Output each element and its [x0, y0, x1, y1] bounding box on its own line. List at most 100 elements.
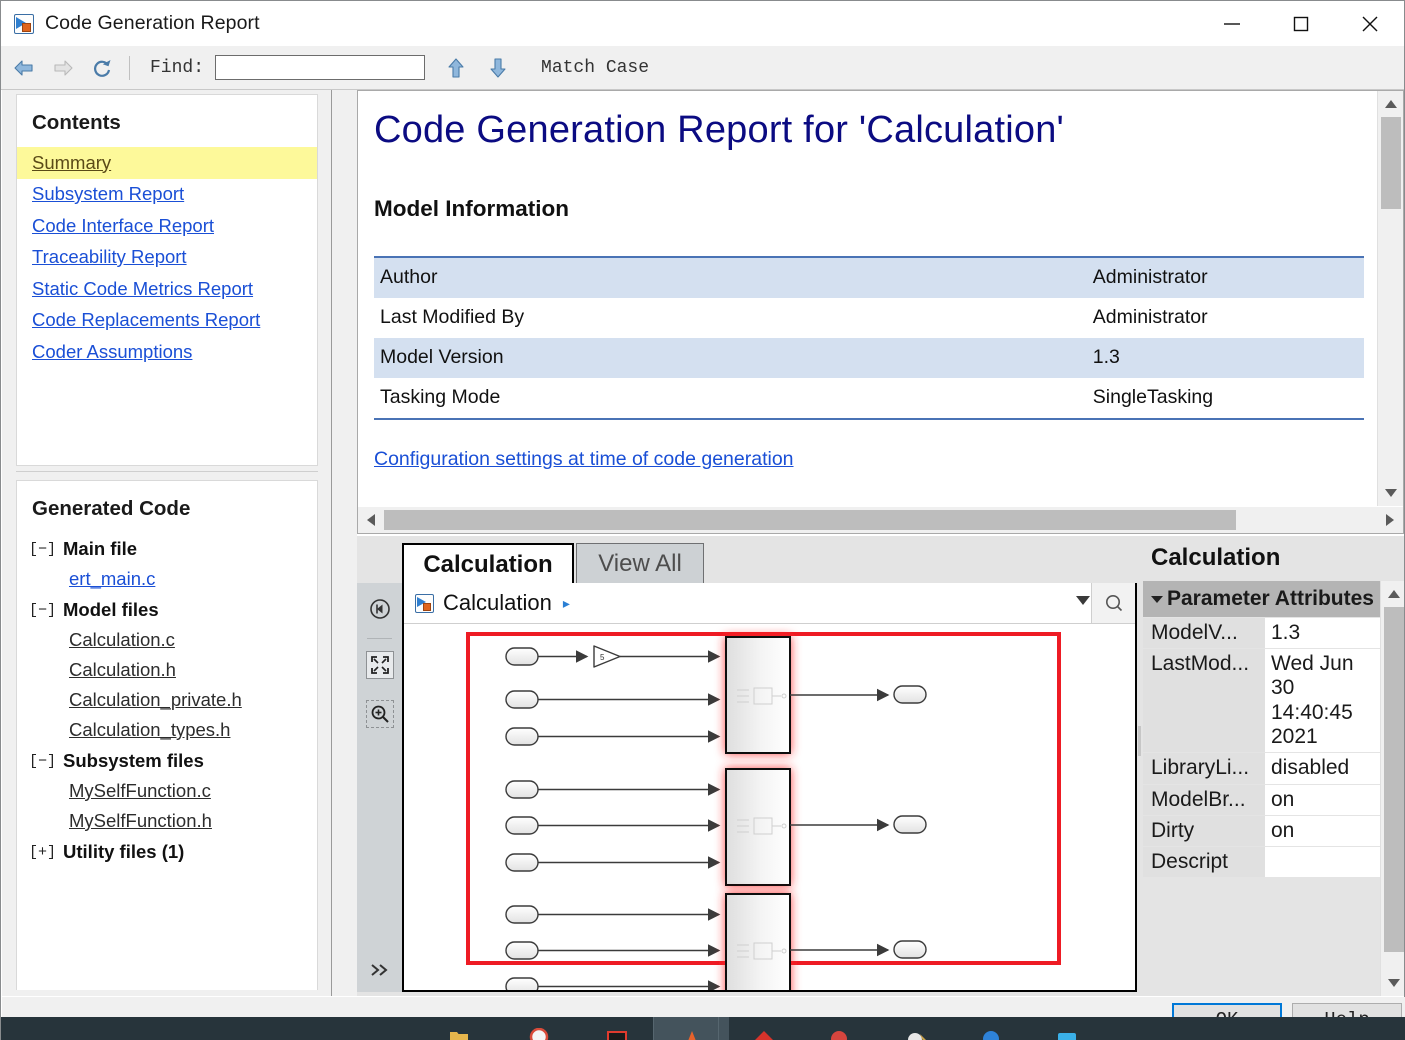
folder-icon	[446, 1028, 472, 1040]
file-calculation-c[interactable]: Calculation.c	[17, 625, 317, 655]
taskbar-item-editor[interactable]	[579, 1017, 654, 1040]
find-direction-buttons	[443, 55, 511, 81]
document-vertical-scrollbar[interactable]	[1377, 91, 1403, 506]
zoom-in-icon[interactable]	[366, 700, 394, 728]
scroll-down-icon[interactable]	[1378, 480, 1403, 506]
document-horizontal-scrollbar[interactable]	[358, 507, 1403, 533]
search-input[interactable]	[215, 55, 426, 80]
table-cell-value: Administrator	[1092, 266, 1208, 288]
taskbar-item-app-6[interactable]	[801, 1017, 876, 1040]
property-value[interactable]: on	[1265, 815, 1380, 848]
back-to-parent-icon[interactable]	[366, 595, 394, 623]
taskbar-item-app-5[interactable]	[726, 1017, 801, 1040]
table-row[interactable]: ModelBr... on	[1143, 784, 1380, 817]
tab-calculation[interactable]: Calculation	[402, 543, 574, 584]
scroll-right-icon[interactable]	[1377, 507, 1403, 533]
table-row[interactable]: LastMod... Wed Jun 30 14:40:45 2021	[1143, 648, 1380, 754]
code-generation-report-window: Code Generation Report Find: Match Case …	[0, 0, 1405, 1040]
configuration-settings-link[interactable]: Configuration settings at time of code g…	[374, 448, 794, 471]
simulink-block-diagram[interactable]: 5	[404, 624, 1135, 990]
sidebar-item-summary[interactable]: Summary	[17, 147, 317, 179]
refresh-icon[interactable]	[89, 55, 115, 81]
scroll-up-icon[interactable]	[1381, 581, 1404, 607]
collapse-toggle-icon[interactable]: [−]	[29, 541, 56, 558]
chat-icon	[1054, 1028, 1080, 1040]
maximize-icon[interactable]	[1266, 1, 1335, 46]
more-tools-icon[interactable]	[366, 956, 394, 984]
back-arrow-icon[interactable]	[11, 55, 37, 81]
match-case-label[interactable]: Match Case	[541, 58, 649, 78]
collapse-toggle-icon[interactable]: [−]	[29, 602, 56, 619]
scroll-down-icon[interactable]	[1381, 970, 1404, 996]
tree-group-main-file[interactable]: [−] Main file	[17, 533, 317, 564]
subsystem-group-1: 5	[505, 636, 927, 754]
report-document-pane: Code Generation Report for 'Calculation'…	[357, 90, 1404, 534]
file-myselffunction-c[interactable]: MySelfFunction.c	[17, 776, 317, 806]
taskbar-item-app-7[interactable]	[879, 1017, 954, 1040]
collapse-toggle-icon[interactable]: [−]	[29, 753, 56, 770]
expand-toggle-icon[interactable]: [+]	[29, 844, 56, 861]
globe-icon	[978, 1028, 1004, 1040]
panel-resize-grip[interactable]	[1138, 726, 1141, 756]
taskbar-item-explorer[interactable]	[421, 1017, 496, 1040]
file-ert-main-c[interactable]: ert_main.c	[17, 564, 317, 594]
generated-code-heading: Generated Code	[32, 497, 191, 520]
forward-arrow-icon[interactable]	[50, 55, 76, 81]
breadcrumb-separator-icon: ▸	[562, 594, 570, 611]
table-cell-key: Tasking Mode	[380, 386, 501, 408]
parameter-attributes-table: Parameter Attributes ModelV... 1.3 LastM…	[1143, 581, 1380, 879]
find-previous-icon[interactable]	[443, 55, 469, 81]
scrollbar-thumb[interactable]	[1381, 117, 1401, 209]
sidebar-item-code-interface-report[interactable]: Code Interface Report	[17, 210, 317, 242]
chevron-down-icon[interactable]	[1076, 596, 1090, 605]
tree-group-subsystem-files[interactable]: [−] Subsystem files	[17, 745, 317, 776]
fit-to-view-icon[interactable]	[366, 651, 394, 679]
minimize-icon[interactable]	[1197, 1, 1266, 46]
search-icon[interactable]	[1091, 583, 1135, 623]
scroll-up-icon[interactable]	[1378, 91, 1403, 117]
scrollbar-thumb[interactable]	[1384, 607, 1404, 952]
tree-group-utility-files[interactable]: [+] Utility files (1)	[17, 836, 317, 867]
table-row[interactable]: Descript	[1143, 846, 1380, 879]
properties-section-header[interactable]: Parameter Attributes	[1143, 581, 1380, 618]
sidebar-item-subsystem-report[interactable]: Subsystem Report	[17, 179, 317, 211]
file-calculation-private-h[interactable]: Calculation_private.h	[17, 685, 317, 715]
properties-scrollbar[interactable]	[1380, 581, 1404, 996]
close-icon[interactable]	[1335, 1, 1404, 46]
sidebar-item-coder-assumptions[interactable]: Coder Assumptions	[17, 336, 317, 368]
taskbar-item-app-8[interactable]	[953, 1017, 1028, 1040]
table-row: Tasking Mode SingleTasking	[374, 378, 1364, 419]
property-value[interactable]: 1.3	[1265, 617, 1380, 649]
breadcrumb-label[interactable]: Calculation	[443, 590, 552, 616]
sidebar-divider	[16, 471, 318, 472]
tree-group-model-files[interactable]: [−] Model files	[17, 594, 317, 625]
table-row[interactable]: ModelV... 1.3	[1143, 617, 1380, 649]
table-row[interactable]: Dirty on	[1143, 815, 1380, 848]
matlab-icon	[679, 1028, 705, 1040]
table-row: Model Version 1.3	[374, 338, 1364, 378]
property-value[interactable]	[1265, 846, 1380, 879]
find-next-icon[interactable]	[485, 55, 511, 81]
property-key: Descript	[1143, 846, 1265, 879]
table-row: Author Administrator	[374, 257, 1364, 298]
scrollbar-thumb[interactable]	[384, 510, 1236, 530]
sidebar-item-code-replacements-report[interactable]: Code Replacements Report	[17, 305, 317, 337]
property-value[interactable]: Wed Jun 30 14:40:45 2021	[1265, 648, 1380, 754]
file-myselffunction-h[interactable]: MySelfFunction.h	[17, 806, 317, 836]
browser-icon	[526, 1028, 552, 1040]
sidebar-item-traceability-report[interactable]: Traceability Report	[17, 242, 317, 274]
property-value[interactable]: on	[1265, 784, 1380, 817]
table-row[interactable]: LibraryLi... disabled	[1143, 752, 1380, 785]
file-calculation-h[interactable]: Calculation.h	[17, 655, 317, 685]
taskbar-item-app-9[interactable]	[1029, 1017, 1104, 1040]
sidebar-item-static-code-metrics-report[interactable]: Static Code Metrics Report	[17, 273, 317, 305]
scroll-left-icon[interactable]	[358, 507, 384, 533]
chevron-down-icon[interactable]	[1151, 596, 1163, 603]
sidebar-splitter[interactable]	[331, 90, 332, 996]
taskbar-item-browser[interactable]	[501, 1017, 576, 1040]
model-properties-panel: Calculation Parameter Attributes ModelV.…	[1138, 536, 1404, 996]
file-calculation-types-h[interactable]: Calculation_types.h	[17, 715, 317, 745]
property-value[interactable]: disabled	[1265, 752, 1380, 785]
taskbar-divider	[718, 1017, 719, 1040]
tab-view-all[interactable]: View All	[576, 543, 704, 584]
